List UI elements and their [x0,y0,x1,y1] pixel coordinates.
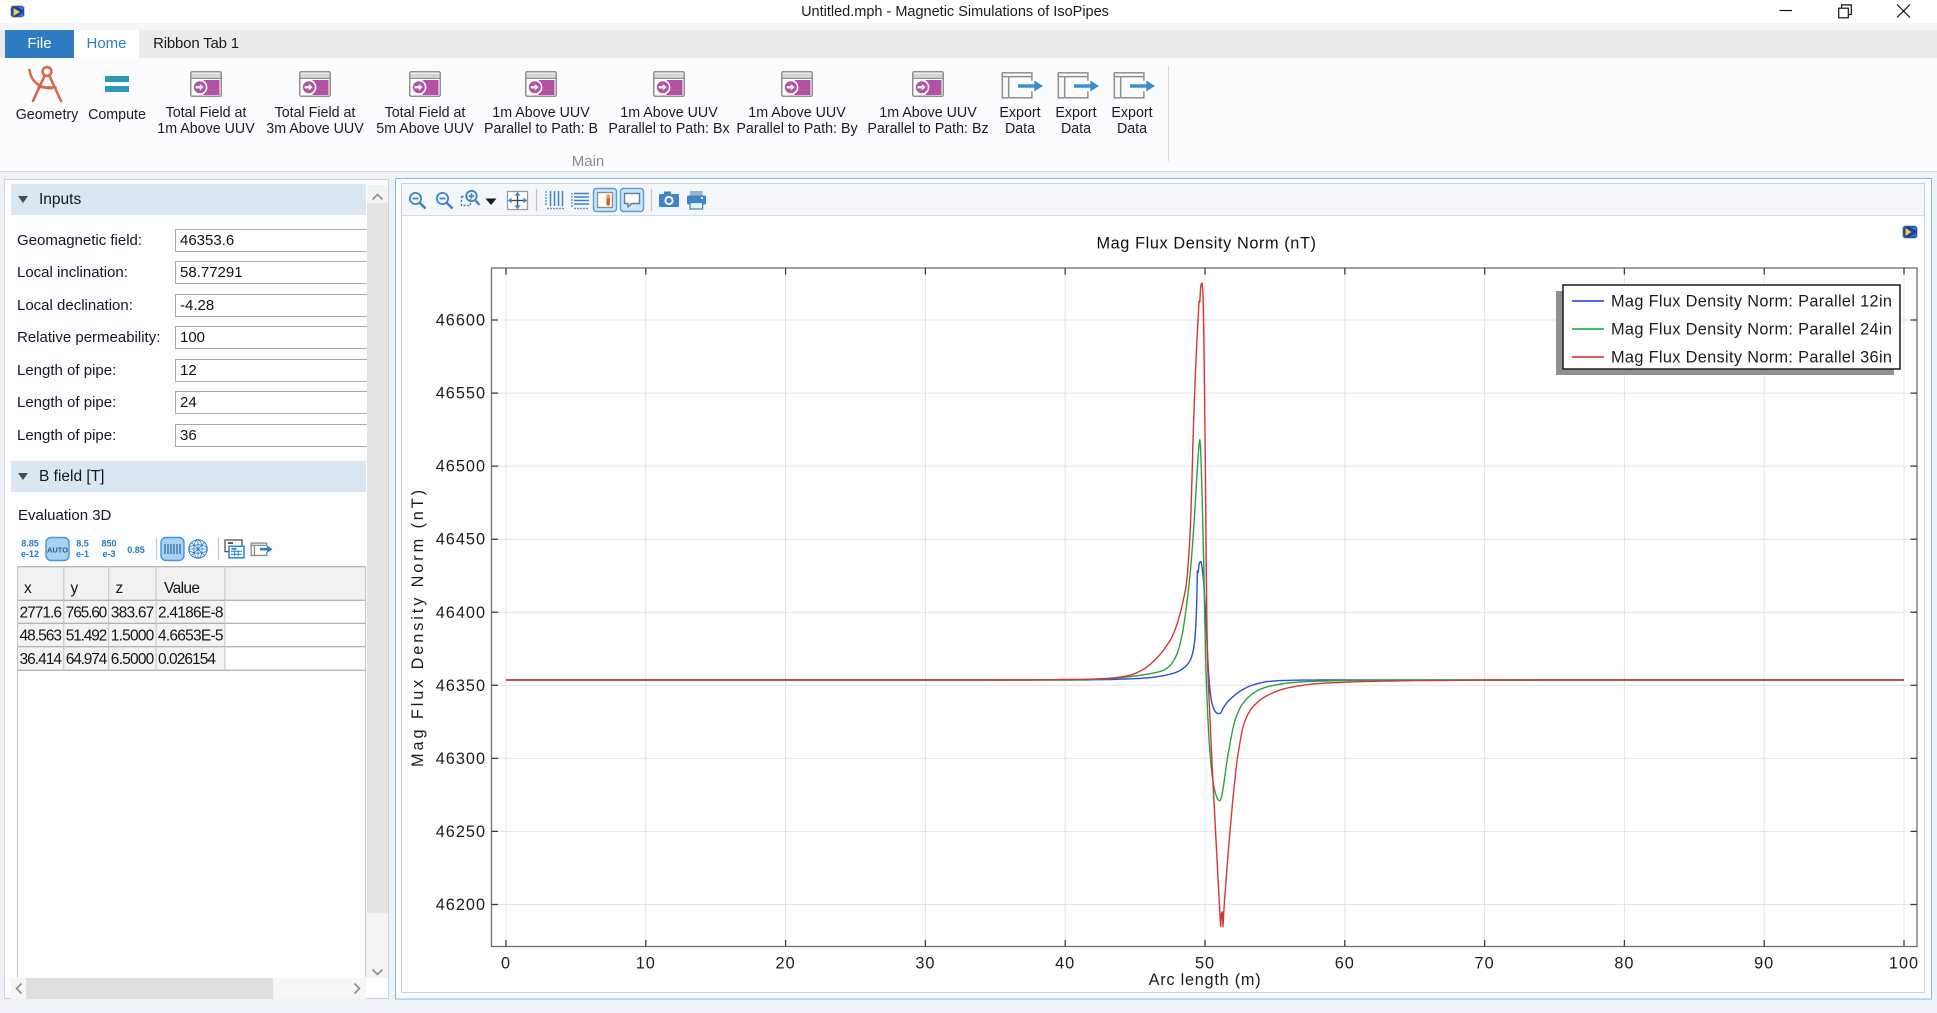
svg-text:Mag Flux Density Norm: Paralle: Mag Flux Density Norm: Parallel 24in [1611,321,1892,339]
svg-text:90: 90 [1754,955,1774,973]
svg-text:0.85: 0.85 [127,545,145,555]
svg-text:z: z [116,580,124,597]
svg-text:100: 100 [1889,955,1919,973]
svg-text:40: 40 [1055,955,1075,973]
svg-text:383.67: 383.67 [111,604,155,621]
svg-text:46200: 46200 [436,896,486,914]
svg-text:30: 30 [915,955,935,973]
svg-text:Value: Value [164,580,200,597]
svg-text:70: 70 [1475,955,1495,973]
svg-text:e-1: e-1 [76,549,89,559]
svg-text:36.414: 36.414 [20,651,63,668]
svg-text:46500: 46500 [436,458,486,476]
svg-text:8.5: 8.5 [76,539,89,549]
svg-text:2771.6: 2771.6 [20,604,63,621]
svg-text:4.6653E-5: 4.6653E-5 [158,628,224,645]
svg-text:46450: 46450 [436,531,486,549]
svg-text:Mag Flux Density Norm: Paralle: Mag Flux Density Norm: Parallel 12in [1611,293,1892,311]
svg-text:0: 0 [501,955,511,973]
svg-text:e-12: e-12 [21,549,39,559]
svg-text:6.5000: 6.5000 [111,651,155,668]
svg-text:80: 80 [1614,955,1634,973]
svg-text:x: x [24,580,32,597]
svg-text:0.026154: 0.026154 [158,651,216,668]
svg-text:1.5000: 1.5000 [111,628,155,645]
svg-text:e-3: e-3 [102,549,115,559]
svg-text:46300: 46300 [436,750,486,768]
svg-text:8.85: 8.85 [21,539,39,549]
svg-text:765.60: 765.60 [66,604,108,621]
svg-text:46250: 46250 [436,823,486,841]
svg-text:Mag Flux Density Norm: Paralle: Mag Flux Density Norm: Parallel 36in [1611,349,1892,367]
svg-text:46400: 46400 [436,604,486,622]
svg-text:46350: 46350 [436,677,486,695]
svg-text:Mag Flux Density Norm (nT): Mag Flux Density Norm (nT) [1096,235,1316,253]
svg-text:60: 60 [1335,955,1355,973]
svg-text:Arc length (m): Arc length (m) [1149,971,1262,989]
svg-text:64.974: 64.974 [66,651,108,668]
svg-text:AUTO: AUTO [47,546,68,555]
svg-text:850: 850 [101,539,116,549]
svg-text:51.492: 51.492 [66,628,108,645]
svg-text:48.563: 48.563 [20,628,63,645]
svg-text:10: 10 [636,955,656,973]
svg-text:2.4186E-8: 2.4186E-8 [158,604,224,621]
svg-text:20: 20 [776,955,796,973]
svg-text:46600: 46600 [436,312,486,330]
svg-text:46550: 46550 [436,385,486,403]
svg-text:y: y [71,580,79,597]
svg-text:50: 50 [1195,955,1215,973]
svg-text:Mag Flux Density Norm (nT): Mag Flux Density Norm (nT) [409,487,427,767]
